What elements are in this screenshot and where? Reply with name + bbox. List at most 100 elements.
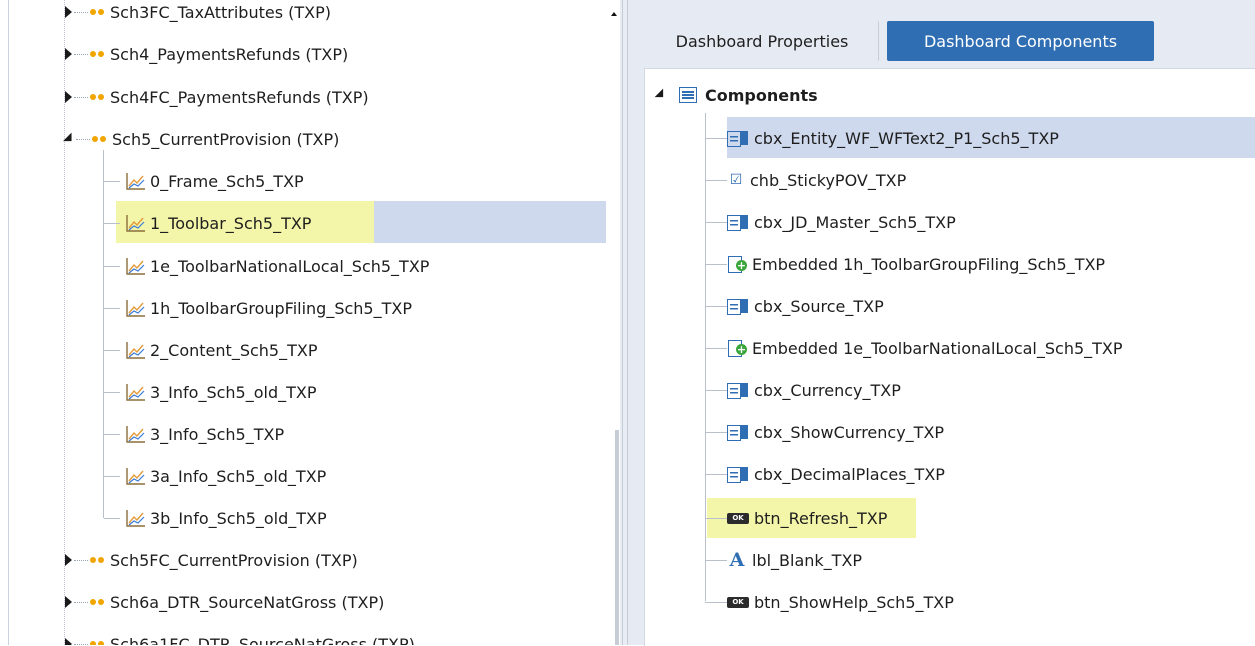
dashboard-chart-icon — [126, 426, 145, 443]
component-item-1[interactable]: ☑ chb_StickyPOV_TXP — [705, 159, 906, 201]
component-item-2[interactable]: cbx_JD_Master_Sch5_TXP — [705, 201, 956, 243]
dashboard-detail-pane: Dashboard Properties Dashboard Component… — [628, 0, 1255, 646]
tree-connector — [705, 517, 727, 519]
tab-strip: Dashboard Properties Dashboard Component… — [628, 0, 1255, 68]
tree-child-3-info[interactable]: 3_Info_Sch5_TXP — [126, 413, 284, 455]
dashboard-group-icon — [92, 136, 106, 142]
component-item-9[interactable]: OK btn_Refresh_TXP — [705, 497, 887, 539]
dashboard-group-icon — [90, 94, 104, 100]
dashboard-chart-icon — [126, 384, 145, 401]
component-item-3[interactable]: Embedded 1h_ToolbarGroupFiling_Sch5_TXP — [705, 243, 1105, 285]
tree-node-sch5fc[interactable]: Sch5FC_CurrentProvision (TXP) — [65, 539, 358, 581]
tree-node-label: 1e_ToolbarNationalLocal_Sch5_TXP — [150, 256, 430, 276]
dashboard-group-icon — [90, 51, 104, 57]
tree-connector — [705, 137, 727, 139]
component-label: cbx_Currency_TXP — [754, 380, 901, 400]
combobox-icon — [727, 465, 749, 483]
component-item-11[interactable]: OK btn_ShowHelp_Sch5_TXP — [705, 581, 954, 623]
tree-connector — [104, 518, 120, 519]
expand-arrow-icon[interactable] — [65, 638, 72, 645]
tree-child-1-toolbar[interactable]: 1_Toolbar_Sch5_TXP — [126, 202, 311, 244]
scroll-up-arrow-icon[interactable] — [611, 12, 617, 16]
tree-node-label: 3b_Info_Sch5_old_TXP — [150, 508, 327, 528]
tree-node-sch4fc[interactable]: Sch4FC_PaymentsRefunds (TXP) — [65, 76, 369, 118]
tree-connector — [104, 476, 120, 477]
tree-connector — [104, 266, 120, 267]
tree-node-label: 3_Info_Sch5_old_TXP — [150, 382, 317, 402]
tree-child-1e[interactable]: 1e_ToolbarNationalLocal_Sch5_TXP — [126, 245, 429, 287]
tree-connector — [705, 473, 727, 475]
tree-connector — [74, 559, 88, 561]
tree-connector — [705, 263, 727, 265]
tree-node-sch6a[interactable]: Sch6a_DTR_SourceNatGross (TXP) — [65, 581, 384, 623]
tree-node-label: 1h_ToolbarGroupFiling_Sch5_TXP — [150, 298, 412, 318]
tree-node-label: Sch5_CurrentProvision (TXP) — [112, 129, 340, 149]
expand-arrow-icon[interactable] — [65, 91, 72, 103]
tree-child-1h[interactable]: 1h_ToolbarGroupFiling_Sch5_TXP — [126, 287, 412, 329]
tree-connector — [705, 431, 727, 433]
tree-connector — [705, 179, 727, 181]
tree-child-3-info-old[interactable]: 3_Info_Sch5_old_TXP — [126, 371, 317, 413]
tree-node-label: 1_Toolbar_Sch5_TXP — [150, 213, 312, 233]
dashboard-group-icon — [90, 557, 104, 563]
collapse-arrow-icon[interactable] — [63, 132, 76, 146]
expand-arrow-icon[interactable] — [65, 6, 72, 18]
component-item-8[interactable]: cbx_DecimalPlaces_TXP — [705, 453, 945, 495]
tree-node-label: Sch3FC_TaxAttributes (TXP) — [110, 2, 331, 22]
tree-node-sch5-expanded[interactable]: Sch5_CurrentProvision (TXP) — [62, 118, 339, 160]
tab-dashboard-properties[interactable]: Dashboard Properties — [646, 21, 879, 61]
component-label: btn_ShowHelp_Sch5_TXP — [754, 592, 954, 612]
tree-node-label: Sch6a1FC_DTR_SourceNatGross (TXP) — [110, 634, 415, 646]
dashboard-chart-icon — [126, 468, 145, 485]
component-label: cbx_Source_TXP — [754, 296, 884, 316]
tree-connector — [74, 53, 88, 55]
dashboard-chart-icon — [126, 215, 145, 232]
dashboard-group-icon — [90, 9, 104, 15]
tree-child-3b-info-old[interactable]: 3b_Info_Sch5_old_TXP — [126, 497, 327, 539]
expand-arrow-icon[interactable] — [65, 554, 72, 566]
tree-node-sch4[interactable]: Sch4_PaymentsRefunds (TXP) — [65, 33, 348, 75]
tree-child-2-content[interactable]: 2_Content_Sch5_TXP — [126, 329, 317, 371]
button-icon: OK — [727, 512, 749, 524]
tree-connector — [705, 559, 727, 561]
dashboard-group-icon — [90, 641, 104, 645]
tree-connector — [76, 138, 90, 140]
components-list-icon — [679, 87, 697, 103]
tree-child-0-frame[interactable]: 0_Frame_Sch5_TXP — [126, 160, 304, 202]
tree-node-label: Sch5FC_CurrentProvision (TXP) — [110, 550, 358, 570]
component-item-0[interactable]: cbx_Entity_WF_WFText2_P1_Sch5_TXP — [705, 117, 1059, 159]
tree-connector — [705, 347, 727, 349]
component-item-7[interactable]: cbx_ShowCurrency_TXP — [705, 411, 944, 453]
component-item-5[interactable]: Embedded 1e_ToolbarNationalLocal_Sch5_TX… — [705, 327, 1123, 369]
dashboard-group-icon — [90, 599, 104, 605]
components-root-node[interactable]: Components — [654, 77, 818, 113]
pane-border — [8, 0, 9, 645]
component-label: Embedded 1e_ToolbarNationalLocal_Sch5_TX… — [752, 338, 1123, 358]
tree-node-label: 0_Frame_Sch5_TXP — [150, 171, 304, 191]
components-tree-panel: Components cbx_Entity_WF_WFText2_P1_Sch5… — [644, 68, 1255, 646]
component-item-4[interactable]: cbx_Source_TXP — [705, 285, 884, 327]
tree-node-label: 3_Info_Sch5_TXP — [150, 424, 285, 444]
component-label: btn_Refresh_TXP — [754, 508, 888, 528]
tree-node-label: Sch4_PaymentsRefunds (TXP) — [110, 44, 349, 64]
component-item-10[interactable]: A lbl_Blank_TXP — [705, 539, 862, 581]
embedded-icon — [727, 339, 747, 357]
tree-node-sch3fc[interactable]: Sch3FC_TaxAttributes (TXP) — [65, 0, 331, 33]
tree-node-label: 2_Content_Sch5_TXP — [150, 340, 318, 360]
scrollbar-thumb[interactable] — [615, 430, 619, 645]
tree-node-sch6a1fc[interactable]: Sch6a1FC_DTR_SourceNatGross (TXP) — [65, 623, 415, 645]
child-guide-line — [103, 150, 104, 518]
dashboard-tree-pane: Sch3FC_TaxAttributes (TXP) Sch4_Payments… — [0, 0, 630, 645]
expand-arrow-icon[interactable] — [65, 48, 72, 60]
expand-arrow-icon[interactable] — [65, 596, 72, 608]
tab-dashboard-components[interactable]: Dashboard Components — [887, 21, 1154, 61]
collapse-arrow-icon[interactable] — [654, 88, 668, 102]
component-item-6[interactable]: cbx_Currency_TXP — [705, 369, 901, 411]
tree-child-3a-info-old[interactable]: 3a_Info_Sch5_old_TXP — [126, 455, 326, 497]
tree-connector — [104, 350, 120, 351]
combobox-icon — [727, 423, 749, 441]
dashboard-chart-icon — [126, 342, 145, 359]
tree-connector — [705, 305, 727, 307]
components-root-label: Components — [705, 85, 818, 105]
label-icon: A — [729, 549, 745, 571]
